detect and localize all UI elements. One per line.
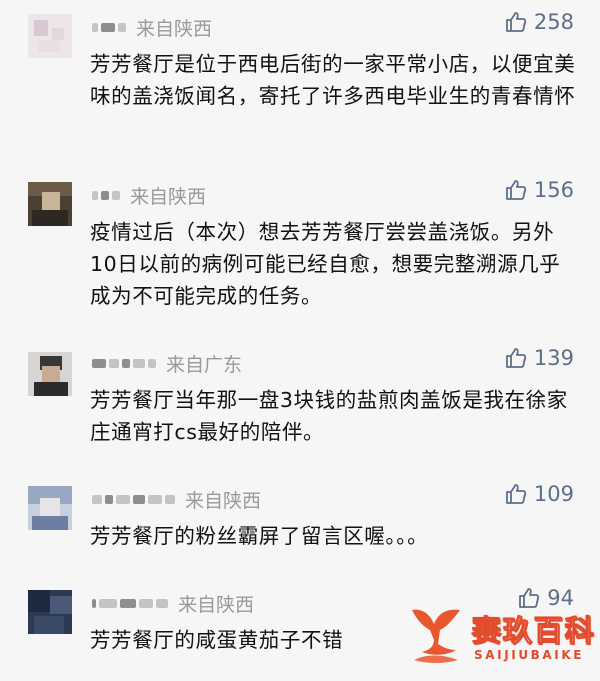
thumbs-up-icon: [506, 180, 527, 200]
comment-location: 来自陕西: [185, 490, 262, 512]
like-button[interactable]: 258: [504, 10, 574, 34]
avatar[interactable]: [28, 486, 72, 530]
like-count: 109: [533, 482, 574, 506]
watermark-subtitle: SAIJIUBAIKE: [474, 648, 585, 662]
thumbs-up-icon: [506, 12, 527, 32]
comment-location: 来自陕西: [130, 186, 207, 208]
blurred-nickname[interactable]: [92, 495, 175, 504]
avatar[interactable]: [28, 182, 72, 226]
watermark-name: 赛玖百科: [471, 614, 597, 649]
like-count: 156: [533, 178, 574, 202]
watermark: 赛玖百科 SAIJIUBAIKE: [408, 602, 600, 674]
comment-item: 来自陕西 156 疫情过后（本次）想去芳芳餐厅尝尝盖浇饭。另外10日以前的病例可…: [0, 178, 600, 308]
comment-location: 来自广东: [166, 354, 243, 376]
blurred-nickname[interactable]: [92, 23, 126, 32]
comment-meta: 来自陕西: [92, 486, 261, 513]
comment-text: 疫情过后（本次）想去芳芳餐厅尝尝盖浇饭。另外10日以前的病例可能已经自愈，想要完…: [90, 220, 561, 308]
thumbs-up-icon: [506, 348, 527, 368]
comment-location: 来自陕西: [136, 18, 213, 40]
blurred-nickname[interactable]: [92, 599, 168, 608]
avatar[interactable]: [28, 14, 72, 58]
whale-tail-logo: [412, 609, 460, 663]
comment-meta: 来自陕西: [92, 590, 254, 617]
avatar[interactable]: [28, 590, 72, 634]
like-count: 139: [533, 346, 574, 370]
like-button[interactable]: 139: [504, 346, 574, 370]
comment-text: 芳芳餐厅当年那一盘3块钱的盐煎肉盖饭是我在徐家庄通宵打cs最好的陪伴。: [90, 388, 568, 444]
avatar[interactable]: [28, 352, 72, 396]
comment-meta: 来自广东: [92, 350, 242, 377]
comment-text: 芳芳餐厅是位于西电后街的一家平常小店，以便宜美味的盖浇饭闻名，寄托了许多西电毕业…: [90, 52, 576, 108]
comment-item: 来自广东 139 芳芳餐厅当年那一盘3块钱的盐煎肉盖饭是我在徐家庄通宵打cs最好…: [0, 346, 600, 446]
like-button[interactable]: 109: [504, 482, 574, 506]
like-button[interactable]: 156: [504, 178, 574, 202]
like-count: 258: [533, 10, 574, 34]
comment-meta: 来自陕西: [92, 14, 212, 41]
thumbs-up-icon: [506, 484, 527, 504]
comment-location: 来自陕西: [178, 594, 255, 616]
blurred-nickname[interactable]: [92, 359, 156, 368]
comment-item: 来自陕西 109 芳芳餐厅的粉丝霸屏了留言区喔。。。: [0, 482, 600, 552]
blurred-nickname[interactable]: [92, 191, 120, 200]
comment-item: 来自陕西 258 芳芳餐厅是位于西电后街的一家平常小店，以便宜美味的盖浇饭闻名，…: [0, 10, 600, 140]
comment-meta: 来自陕西: [92, 182, 206, 209]
comment-text: 芳芳餐厅的粉丝霸屏了留言区喔。。。: [90, 524, 429, 548]
